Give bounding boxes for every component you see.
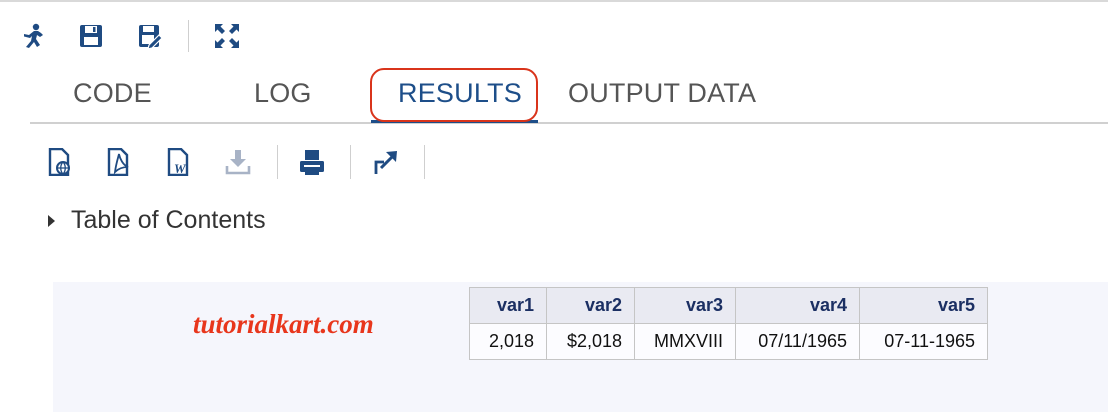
table-cell: $2,018 [546, 323, 635, 360]
maximize-icon[interactable] [211, 19, 243, 53]
table-of-contents-toggle[interactable]: Table of Contents [48, 206, 266, 235]
column-header: var1 [469, 287, 547, 324]
toolbar-separator [350, 145, 351, 179]
tab-output-data[interactable]: OUTPUT DATA [568, 78, 756, 109]
open-new-window-icon[interactable] [370, 145, 402, 179]
table-row: 2,018 $2,018 MMXVIII 07/11/1965 07-11-19… [469, 323, 988, 360]
table-cell: 07/11/1965 [735, 323, 860, 360]
tab-results[interactable]: RESULTS [398, 78, 522, 109]
toolbar-separator [424, 145, 425, 179]
toolbar-separator [277, 145, 278, 179]
svg-text:W: W [174, 161, 187, 176]
expand-arrow-icon [48, 215, 55, 227]
save-icon[interactable] [75, 19, 107, 53]
toolbar-separator [188, 20, 189, 52]
table-cell: 2,018 [469, 323, 547, 360]
download-html-icon[interactable] [44, 145, 76, 179]
table-header-row: var1 var2 var3 var4 var5 [469, 287, 988, 324]
run-icon[interactable] [17, 19, 49, 53]
tab-log[interactable]: LOG [254, 78, 312, 109]
toc-label: Table of Contents [71, 206, 266, 234]
print-icon[interactable] [296, 145, 328, 179]
watermark: tutorialkart.com [193, 309, 374, 339]
table-cell: MMXVIII [634, 323, 736, 360]
download-pdf-icon[interactable] [103, 145, 135, 179]
save-as-icon[interactable] [134, 19, 166, 53]
column-header: var2 [546, 287, 635, 324]
table-cell: 07-11-1965 [859, 323, 988, 360]
top-divider [0, 0, 1108, 2]
column-header: var3 [634, 287, 736, 324]
column-header: var4 [735, 287, 860, 324]
tab-code[interactable]: CODE [73, 78, 152, 109]
active-tab-indicator [371, 120, 538, 123]
download-icon[interactable] [222, 145, 254, 179]
column-header: var5 [859, 287, 988, 324]
results-table: var1 var2 var3 var4 var5 2,018 $2,018 MM… [469, 287, 988, 360]
download-word-icon[interactable]: W [163, 145, 195, 179]
tab-bar: CODE LOG RESULTS OUTPUT DATA [30, 64, 1108, 124]
